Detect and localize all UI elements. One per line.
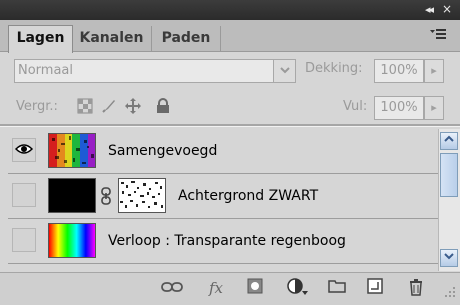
tab-kanalen[interactable]: Kanalen <box>72 26 152 51</box>
fill-input[interactable]: 100% <box>374 96 424 120</box>
link-layers-icon[interactable] <box>160 278 184 298</box>
blend-mode-select[interactable]: Normaal <box>14 59 277 83</box>
layer-thumbnail <box>48 178 96 213</box>
panel-footer: fx <box>0 272 460 305</box>
resize-grip-icon[interactable] <box>444 286 456 302</box>
scroll-down-button[interactable] <box>440 249 458 267</box>
layer-mask-thumbnail[interactable] <box>118 178 166 213</box>
chain-link-icon[interactable] <box>100 187 112 209</box>
fill-label: Vul: <box>343 99 368 114</box>
new-group-icon[interactable] <box>326 278 348 298</box>
layer-name[interactable]: Achtergrond ZWART <box>178 188 318 204</box>
close-icon[interactable]: × <box>442 2 452 16</box>
new-layer-icon[interactable] <box>364 278 386 298</box>
opacity-input[interactable]: 100% <box>374 59 424 83</box>
layer-list: Samengevoegd Achtergrond ZWART Verloop:… <box>8 129 438 271</box>
tab-paden[interactable]: Paden <box>152 26 221 51</box>
layer-row-samengevoegd[interactable]: Samengevoegd <box>8 129 438 174</box>
layer-thumbnail <box>48 133 96 168</box>
panel-menu-icon[interactable] <box>430 28 446 44</box>
visibility-toggle[interactable] <box>12 228 36 252</box>
eye-icon[interactable] <box>12 138 36 162</box>
lock-all-icon[interactable] <box>154 98 172 116</box>
opacity-label: Dekking: <box>305 61 363 76</box>
adjustment-layer-icon[interactable] <box>285 278 311 298</box>
lock-row: Vergr.: Vul: 100% ▸ <box>0 91 460 125</box>
lock-transparent-pixels-icon[interactable] <box>76 98 94 116</box>
fill-slider-button[interactable]: ▸ <box>424 96 444 120</box>
opacity-slider-button[interactable]: ▸ <box>424 59 444 83</box>
layer-name[interactable]: Verloop : Transparante regenboog <box>108 233 346 249</box>
panel-titlebar: ◂◂ × <box>0 0 460 20</box>
scroll-up-button[interactable] <box>440 132 458 150</box>
layers-panel: ◂◂ × Lagen Kanalen Paden Normaal Dekking… <box>0 0 460 305</box>
layer-row-achtergrond-zwart[interactable]: Achtergrond ZWART <box>8 174 438 219</box>
layer-row-verloop[interactable]: Verloop : Transparante regenboog <box>8 219 438 264</box>
tab-lagen[interactable]: Lagen <box>8 25 73 53</box>
divider <box>0 124 460 127</box>
lock-label: Vergr.: <box>16 99 58 114</box>
collapse-icon[interactable]: ◂◂ <box>425 3 434 16</box>
layer-thumbnail <box>48 223 96 258</box>
visibility-toggle[interactable] <box>12 183 36 207</box>
chevron-down-icon[interactable] <box>273 59 296 83</box>
layer-name[interactable]: Samengevoegd <box>108 143 217 159</box>
scroll-thumb[interactable] <box>440 153 458 197</box>
add-mask-icon[interactable] <box>244 278 266 298</box>
layer-list-scrollbar[interactable] <box>438 129 460 271</box>
fx-icon[interactable]: fx <box>204 278 228 298</box>
lock-position-icon[interactable] <box>124 98 142 116</box>
tab-bar: Lagen Kanalen Paden <box>0 20 460 53</box>
lock-image-pixels-icon[interactable] <box>100 98 118 116</box>
delete-layer-icon[interactable] <box>405 278 427 298</box>
